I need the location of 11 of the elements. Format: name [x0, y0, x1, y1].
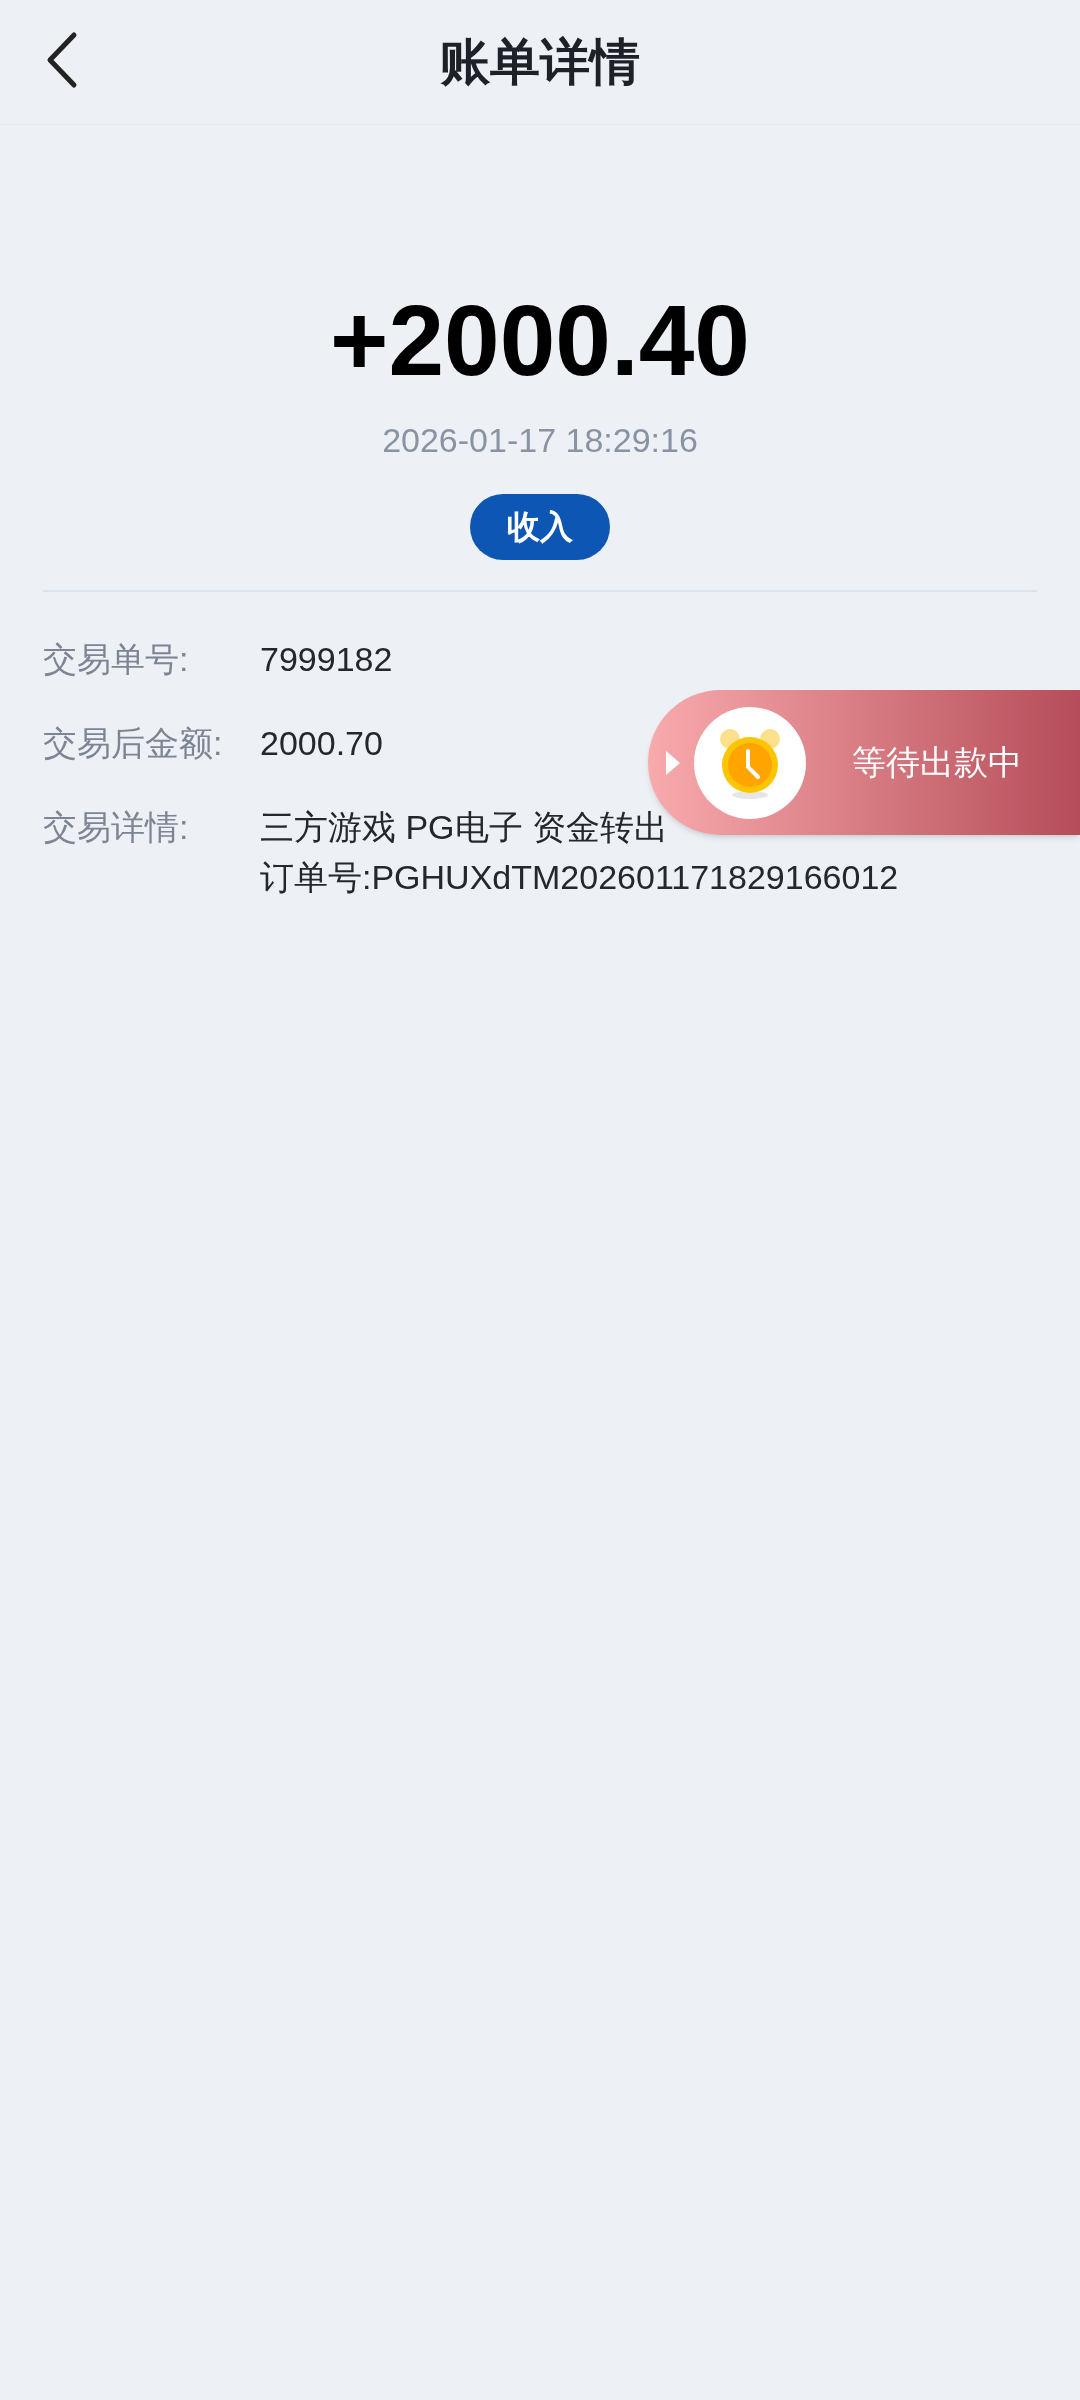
- field-value: 7999182: [260, 639, 393, 680]
- field-label: 交易详情:: [43, 807, 190, 848]
- field-label: 交易单号:: [43, 639, 190, 680]
- income-tag: 收入: [470, 494, 610, 560]
- field-value: 订单号:PGHUXdTM202601171829166012: [260, 857, 899, 898]
- page-title: 账单详情: [440, 32, 640, 92]
- transaction-time: 2026-01-17 18:29:16: [382, 420, 698, 461]
- field-label: 交易后金额:: [43, 723, 224, 764]
- field-value: 2000.70: [260, 723, 383, 764]
- amount-text: +2000.40: [330, 285, 750, 395]
- arrow-icon: [664, 748, 682, 777]
